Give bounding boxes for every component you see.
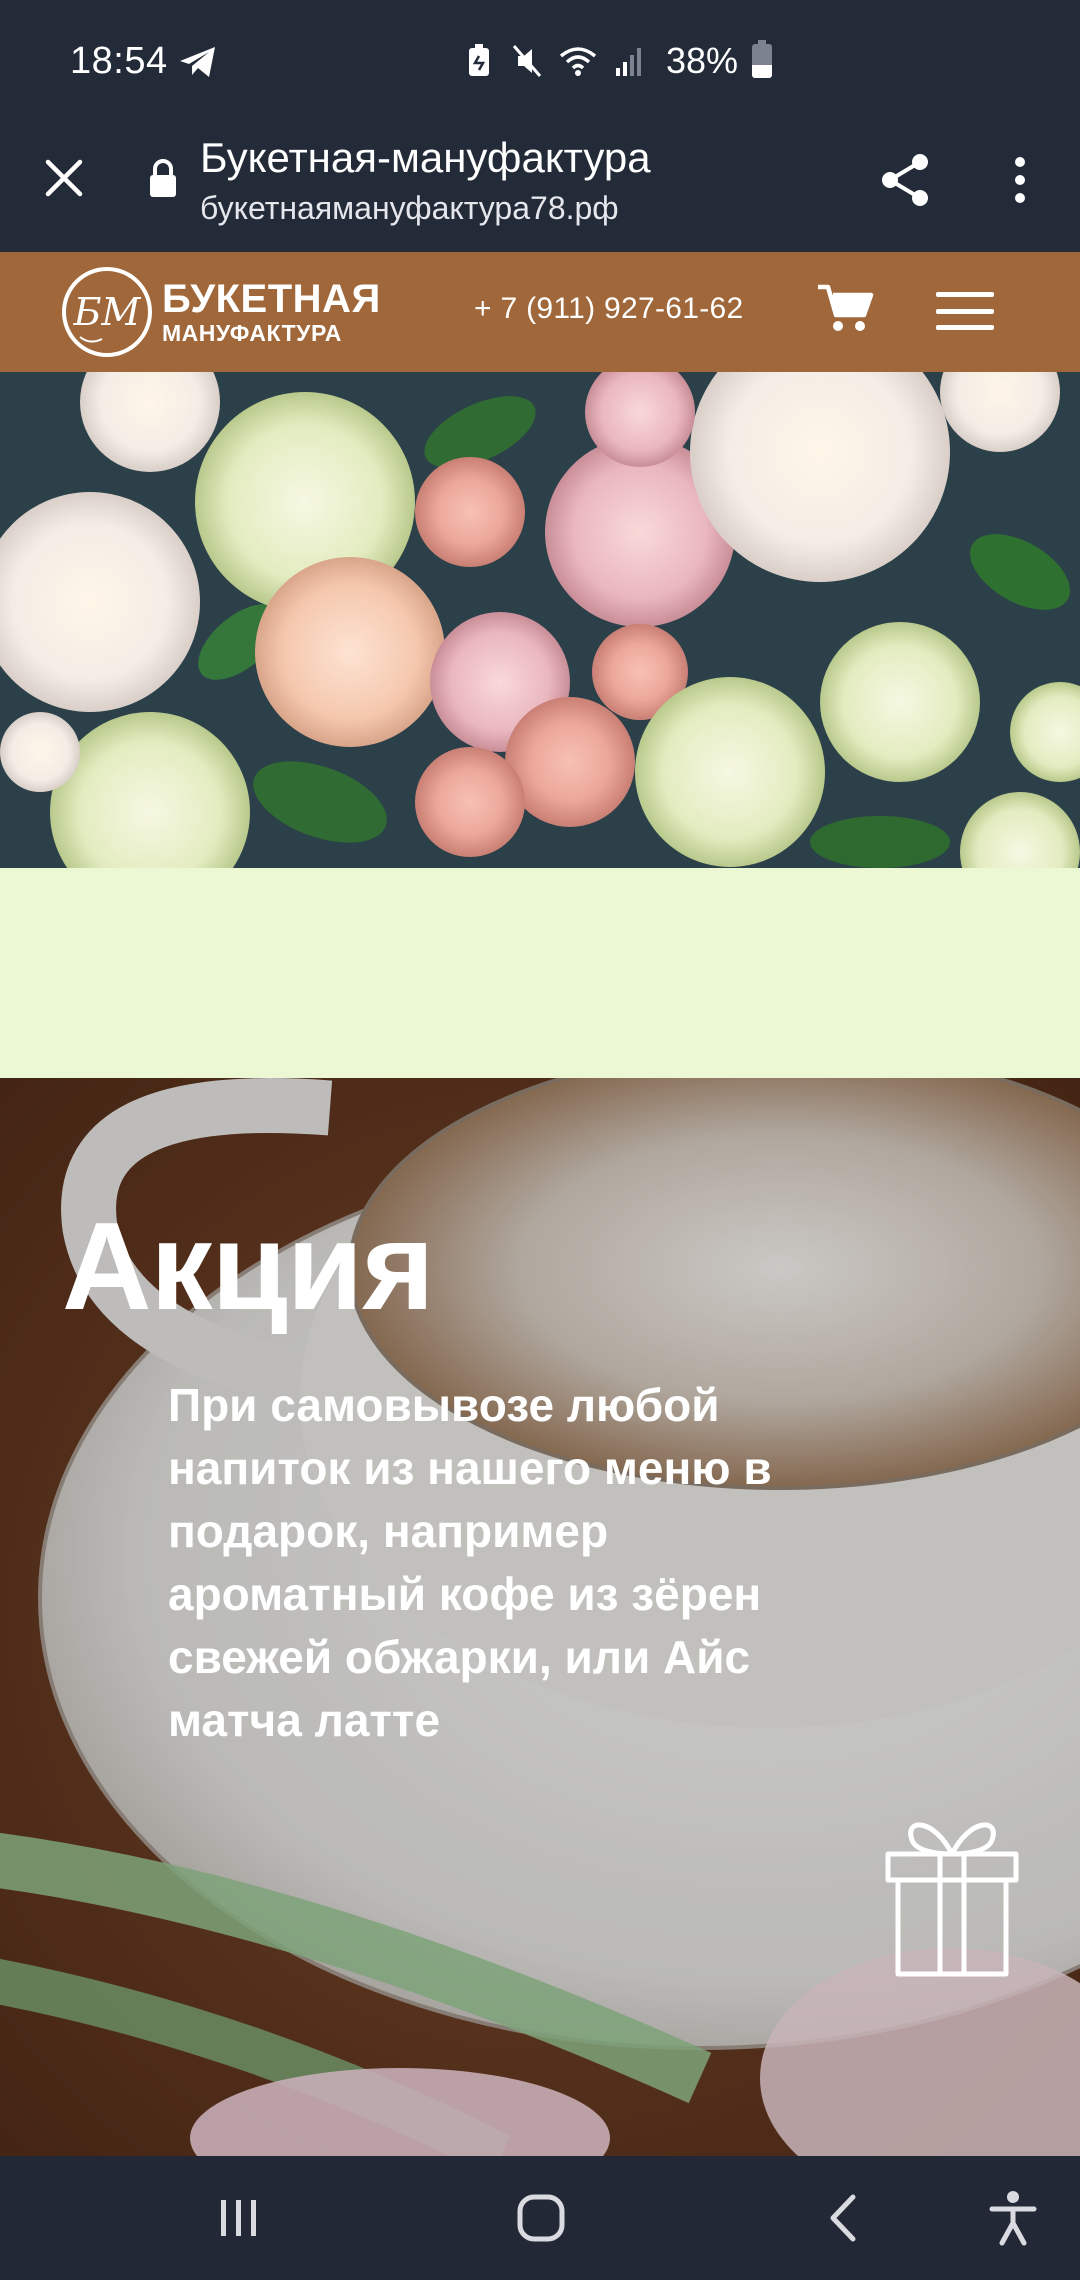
browser-toolbar: Букетная-мануфактура букетнаямануфактура…	[0, 126, 1080, 252]
status-icons: 38%	[462, 40, 773, 82]
home-icon[interactable]	[506, 2186, 576, 2250]
promo-title: Акция	[62, 1198, 434, 1336]
logo-monogram: БМ	[62, 267, 152, 357]
mute-icon	[512, 45, 542, 77]
logo-line2: МАНУФАКТУРА	[162, 320, 342, 346]
logo-line1: БУКЕТНАЯ	[162, 277, 381, 321]
system-nav-bar	[0, 2156, 1080, 2280]
telegram-icon	[180, 47, 215, 77]
battery-percent: 38%	[666, 40, 739, 81]
lock-icon[interactable]	[146, 156, 180, 200]
close-icon[interactable]	[38, 152, 90, 204]
battery-icon	[752, 40, 773, 78]
flowers-illustration	[0, 372, 1080, 868]
battery-saver-icon	[469, 44, 489, 76]
cart-icon[interactable]	[816, 282, 874, 334]
status-time: 18:54	[70, 40, 168, 82]
signal-icon	[616, 48, 641, 76]
logo-text: БУКЕТНАЯ МАНУФАКТУРА	[162, 279, 381, 345]
back-icon[interactable]	[808, 2186, 878, 2250]
accessibility-icon[interactable]	[978, 2186, 1048, 2250]
promo-description: При самовывозе любой напиток из нашего м…	[168, 1379, 772, 1746]
site-logo[interactable]: БМ БУКЕТНАЯ МАНУФАКТУРА	[60, 264, 381, 360]
recents-icon[interactable]	[204, 2186, 274, 2250]
page-url[interactable]: букетнаямануфактура78.рф	[200, 190, 619, 227]
svg-text:БМ: БМ	[73, 290, 142, 334]
share-icon[interactable]	[876, 150, 936, 210]
phone-link[interactable]: + 7 (911) 927-61-62	[474, 292, 744, 326]
hero-flowers-image	[0, 372, 1080, 868]
decorative-band	[0, 868, 1080, 1078]
page-title[interactable]: Букетная-мануфактура	[200, 134, 651, 182]
hamburger-menu-icon[interactable]	[936, 288, 994, 334]
wifi-icon	[559, 47, 597, 76]
more-vert-icon[interactable]	[1000, 150, 1040, 210]
gift-icon	[885, 1822, 1019, 1977]
promo-section: Акция При самовывозе любой напиток из на…	[0, 1078, 1080, 2156]
status-bar: 18:54 38%	[0, 0, 1080, 126]
site-header: БМ БУКЕТНАЯ МАНУФАКТУРА + 7 (911) 927-61…	[0, 252, 1080, 372]
